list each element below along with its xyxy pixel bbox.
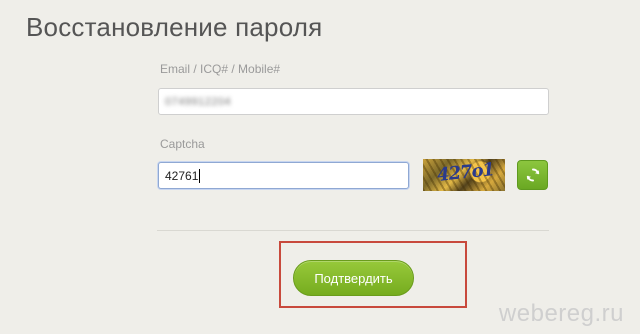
email-field-value: 0749912204 (165, 95, 232, 108)
captcha-input[interactable]: 42761 (158, 162, 409, 189)
refresh-icon (526, 168, 539, 182)
captcha-input-value: 42761 (165, 168, 199, 183)
submit-button[interactable]: Подтвердить (293, 260, 414, 296)
captcha-image: 427o1 (423, 159, 505, 191)
form-divider (157, 230, 549, 231)
captcha-image-text: 427o1 (436, 159, 496, 186)
captcha-field-label: Captcha (160, 137, 205, 151)
page-title: Восстановление пароля (26, 12, 323, 42)
email-field[interactable]: 0749912204 (158, 88, 549, 115)
text-caret (199, 168, 201, 183)
captcha-refresh-button[interactable] (517, 160, 548, 190)
watermark: webereg.ru (498, 300, 624, 327)
email-field-label: Email / ICQ# / Mobile# (160, 62, 281, 76)
